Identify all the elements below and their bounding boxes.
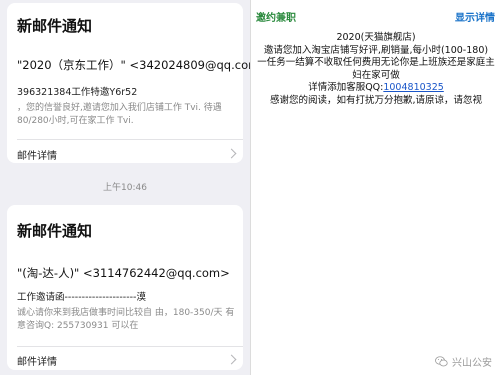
card-title: 新邮件通知 [17, 222, 93, 240]
message-line: 一任务一结算不收取任何费用无论你是上班族还是家庭主 [257, 57, 495, 68]
divider [17, 346, 243, 347]
watermark: 兴山公安 [435, 354, 492, 369]
email-preview: ，您的信誉良好,邀请您加入我们店铺工作 Tvi. 待遇80/280小时,可在家工… [17, 103, 222, 126]
email-subject: 工作邀请函---------------------漠 [17, 292, 146, 303]
wechat-icon [435, 356, 448, 367]
message-panel: 邀约兼职 显示详情 2020(天猫旗舰店) 邀请您加入淘宝店铺写好评,刷销量,每… [250, 0, 500, 375]
contact-line: 详情添加客服QQ:1004810325 [256, 82, 496, 95]
sender-address: "(淘-达-人)" <3114762442@qq.com> [17, 266, 230, 280]
message-category-label: 邀约兼职 [256, 13, 296, 24]
show-details-button[interactable]: 显示详情 [455, 9, 495, 24]
sender-address: "2020（京东工作）" <342024809@qq.com> [17, 58, 250, 72]
card-title: 新邮件通知 [17, 17, 93, 35]
watermark-text: 兴山公安 [452, 358, 492, 369]
message-line: 2020(天猫旗舰店) [336, 32, 416, 43]
qq-contact-link[interactable]: 1004810325 [383, 82, 443, 93]
email-preview: 诚心请你来到我店做事时间比较自 由，180-350/天 有意咨询Q: 25573… [17, 308, 235, 331]
contact-prefix: 详情添加客服QQ: [308, 82, 384, 93]
email-subject: 396321384工作特邀Y6r52 [17, 87, 138, 98]
message-body: 2020(天猫旗舰店) 邀请您加入淘宝店铺写好评,刷销量,每小时(100-180… [256, 32, 496, 107]
chevron-right-icon[interactable] [226, 354, 237, 365]
message-line: 邀请您加入淘宝店铺写好评,刷销量,每小时(100-180) [263, 44, 489, 56]
email-details-link[interactable]: 邮件详情 [17, 147, 57, 162]
message-line: 妇在家可做 [352, 69, 400, 81]
email-notification-card[interactable]: 新邮件通知 "2020（京东工作）" <342024809@qq.com> 39… [7, 3, 250, 163]
timestamp: 上午10:46 [103, 183, 147, 193]
notification-list: 新邮件通知 "2020（京东工作）" <342024809@qq.com> 39… [0, 0, 250, 375]
email-details-link[interactable]: 邮件详情 [17, 353, 57, 368]
message-header: 邀约兼职 显示详情 [251, 0, 500, 28]
chevron-right-icon[interactable] [226, 148, 237, 159]
message-closing: 感谢您的阅读，如有打扰万分抱歉,请原谅，请忽视 [269, 94, 483, 106]
divider [17, 139, 243, 140]
email-notification-card[interactable]: 新邮件通知 "(淘-达-人)" <3114762442@qq.com> 工作邀请… [7, 205, 243, 370]
